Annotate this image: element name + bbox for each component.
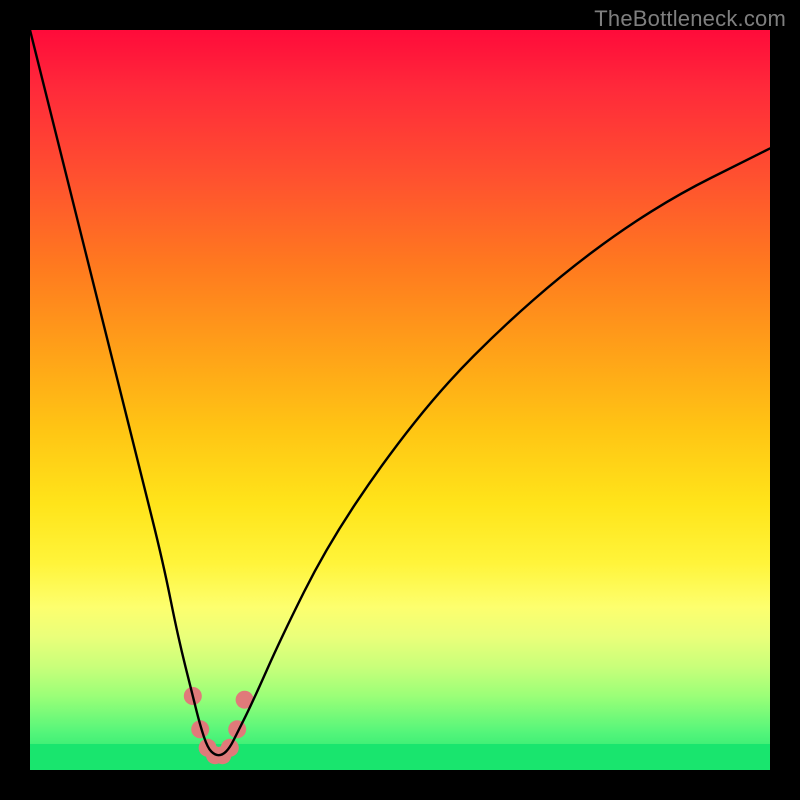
bottleneck-curve xyxy=(30,30,770,755)
chart-frame: TheBottleneck.com xyxy=(0,0,800,800)
curve-layer xyxy=(30,30,770,770)
watermark-text: TheBottleneck.com xyxy=(594,6,786,32)
plot-area xyxy=(30,30,770,770)
